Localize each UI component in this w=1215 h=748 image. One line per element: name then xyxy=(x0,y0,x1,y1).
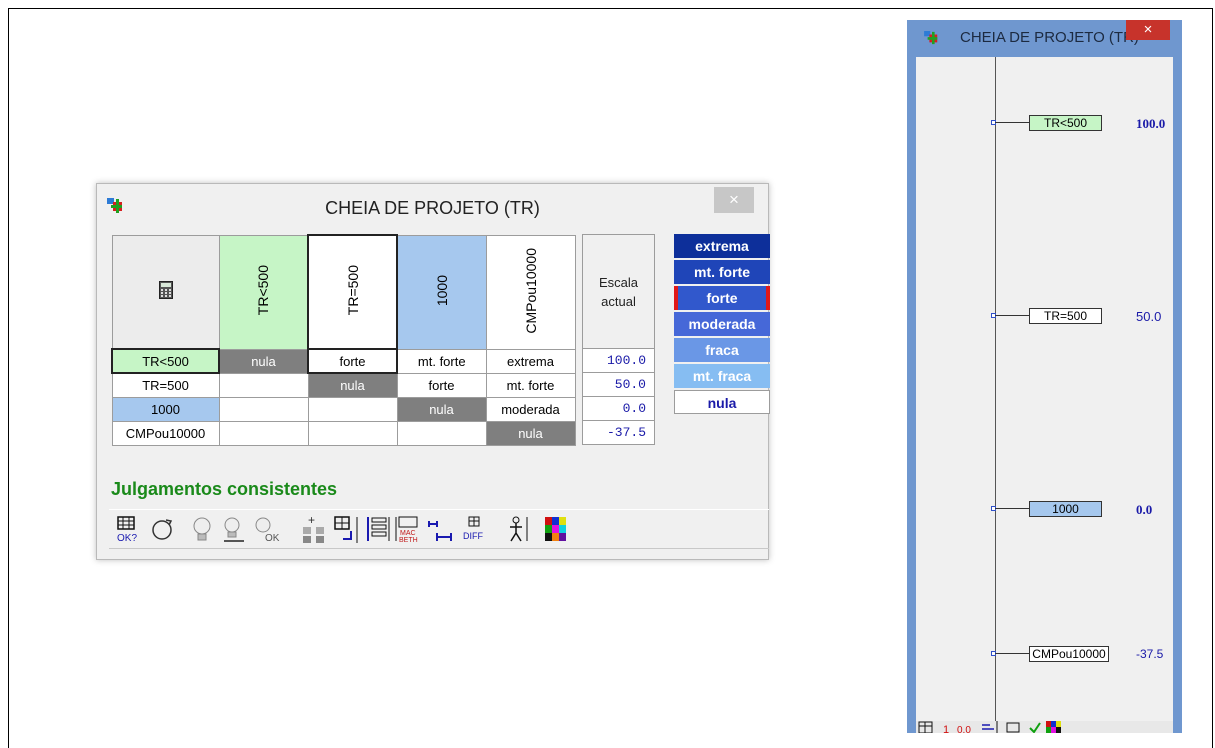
svg-text:OK?: OK? xyxy=(117,533,137,544)
column-header-1000[interactable]: 1000 xyxy=(396,234,487,350)
scale-axis xyxy=(995,57,996,733)
judgment-matrix: TR<500 TR=500 1000 CMPou10000 TR<500 nul… xyxy=(111,234,576,446)
scale-canvas: TR<500 100.0 TR=500 50.0 1000 0.0 CMPou1… xyxy=(916,57,1173,733)
scale-value-cmpou10000: -37.5 xyxy=(1136,647,1164,661)
refresh-icon[interactable] xyxy=(147,513,177,545)
matrix-cell[interactable]: nula xyxy=(307,372,398,398)
grid-export-icon[interactable] xyxy=(331,513,361,545)
main-toolbar: OK? OK + MAC BETH DIFF xyxy=(109,509,769,549)
consistency-status: Julgamentos consistentes xyxy=(111,479,338,499)
scale-toolbar: 1 0.0 xyxy=(916,721,1173,733)
legend-forte[interactable]: forte xyxy=(674,286,770,310)
decimal-icon[interactable]: 0.0 xyxy=(956,721,978,733)
list-order-icon[interactable] xyxy=(363,513,393,545)
scale-value: -37.5 xyxy=(582,420,655,445)
legend-moderada[interactable]: moderada xyxy=(674,312,770,336)
scale-value: 0.0 xyxy=(582,396,655,421)
scale-value: 100.0 xyxy=(582,348,655,373)
svg-text:OK: OK xyxy=(265,533,280,544)
matrix-cell[interactable]: forte xyxy=(396,372,487,398)
matrix-cell[interactable] xyxy=(218,372,309,398)
grid-icon[interactable] xyxy=(918,721,934,733)
interval-icon[interactable] xyxy=(980,721,1000,733)
svg-text:MAC: MAC xyxy=(400,530,416,537)
lightbulb-ok-icon[interactable]: OK xyxy=(251,513,281,545)
scale-header: Escala actual xyxy=(582,234,655,349)
macbeth-icon[interactable]: MAC BETH xyxy=(393,513,423,545)
legend-mt-fraca[interactable]: mt. fraca xyxy=(674,364,770,388)
matrix-cell[interactable]: moderada xyxy=(485,396,576,422)
add-nodes-icon[interactable]: + xyxy=(299,513,329,545)
grid-ok-icon[interactable]: OK? xyxy=(111,513,141,545)
scale-window-title: CHEIA DE PROJETO (TR) xyxy=(960,29,1139,46)
svg-text:0.0: 0.0 xyxy=(957,725,971,733)
svg-text:BETH: BETH xyxy=(399,537,418,544)
diff-icon[interactable]: DIFF xyxy=(459,513,489,545)
scale-tick xyxy=(995,315,1029,316)
judgment-legend: extrema mt. forte forte moderada fraca m… xyxy=(674,234,770,416)
column-header-tr-less-500[interactable]: TR<500 xyxy=(218,234,309,350)
main-window: CHEIA DE PROJETO (TR) × TR<500 TR=500 10… xyxy=(96,183,770,560)
scale-close-button[interactable]: × xyxy=(1126,20,1170,40)
matrix-cell[interactable] xyxy=(218,396,309,422)
scale-tick xyxy=(995,508,1029,509)
matrix-cell[interactable]: forte xyxy=(307,348,398,374)
legend-mt-forte[interactable]: mt. forte xyxy=(674,260,770,284)
matrix-cell[interactable]: nula xyxy=(218,348,309,374)
number-one-icon[interactable]: 1 xyxy=(940,721,952,733)
interval-icon[interactable] xyxy=(425,513,455,545)
main-title-bar: CHEIA DE PROJETO (TR) × xyxy=(97,184,768,228)
main-close-button[interactable]: × xyxy=(714,187,754,213)
svg-text:DIFF: DIFF xyxy=(463,531,483,541)
row-label-1000[interactable]: 1000 xyxy=(111,396,220,422)
scale-item-cmpou10000[interactable]: CMPou10000 xyxy=(1029,646,1109,662)
lightbulb-icon[interactable] xyxy=(187,513,217,545)
scale-tick xyxy=(995,653,1029,654)
row-label-tr-500[interactable]: TR=500 xyxy=(111,372,220,398)
matrix-cell[interactable]: mt. forte xyxy=(396,348,487,374)
list-icon[interactable] xyxy=(1004,721,1024,733)
matrix-cell[interactable]: mt. forte xyxy=(485,372,576,398)
legend-nula[interactable]: nula xyxy=(674,390,770,414)
column-header-tr-500[interactable]: TR=500 xyxy=(307,234,398,350)
scale-item-tr-500[interactable]: TR=500 xyxy=(1029,308,1102,324)
matrix-cell[interactable] xyxy=(307,396,398,422)
scale-value: 50.0 xyxy=(582,372,655,397)
main-window-title: CHEIA DE PROJETO (TR) xyxy=(325,198,540,218)
matrix-cell[interactable] xyxy=(396,420,487,446)
scale-value-tr-500: 50.0 xyxy=(1136,309,1162,324)
lightbulb-pointer-icon[interactable] xyxy=(219,513,249,545)
svg-text:1: 1 xyxy=(943,724,949,733)
current-scale-column: Escala actual 100.0 50.0 0.0 -37.5 xyxy=(582,234,655,445)
check-icon[interactable] xyxy=(1028,721,1042,733)
scale-value-1000: 0.0 xyxy=(1136,502,1153,517)
person-icon[interactable] xyxy=(503,513,533,545)
calculator-icon xyxy=(158,281,173,300)
scale-item-tr-less-500[interactable]: TR<500 xyxy=(1029,115,1102,131)
scale-value-tr-less-500: 100.0 xyxy=(1136,116,1166,131)
matrix-cell[interactable]: nula xyxy=(396,396,487,422)
column-header-cmpou10000[interactable]: CMPou10000 xyxy=(485,234,576,350)
legend-fraca[interactable]: fraca xyxy=(674,338,770,362)
scale-title-bar: CHEIA DE PROJETO (TR) × xyxy=(907,20,1182,57)
color-palette-icon[interactable] xyxy=(541,513,571,545)
scale-tick xyxy=(995,122,1029,123)
row-label-tr-less-500[interactable]: TR<500 xyxy=(111,348,220,374)
matrix-cell[interactable]: nula xyxy=(485,420,576,446)
matrix-cell[interactable] xyxy=(307,420,398,446)
color-palette-icon[interactable] xyxy=(1046,721,1062,733)
matrix-cell[interactable] xyxy=(218,420,309,446)
calculator-cell[interactable] xyxy=(111,234,220,350)
row-label-cmpou10000[interactable]: CMPou10000 xyxy=(111,420,220,446)
app-icon xyxy=(924,31,938,45)
matrix-cell[interactable]: extrema xyxy=(485,348,576,374)
scale-window: CHEIA DE PROJETO (TR) × TR<500 100.0 TR=… xyxy=(907,20,1182,733)
legend-extrema[interactable]: extrema xyxy=(674,234,770,258)
svg-text:+: + xyxy=(308,513,315,527)
scale-item-1000[interactable]: 1000 xyxy=(1029,501,1102,517)
